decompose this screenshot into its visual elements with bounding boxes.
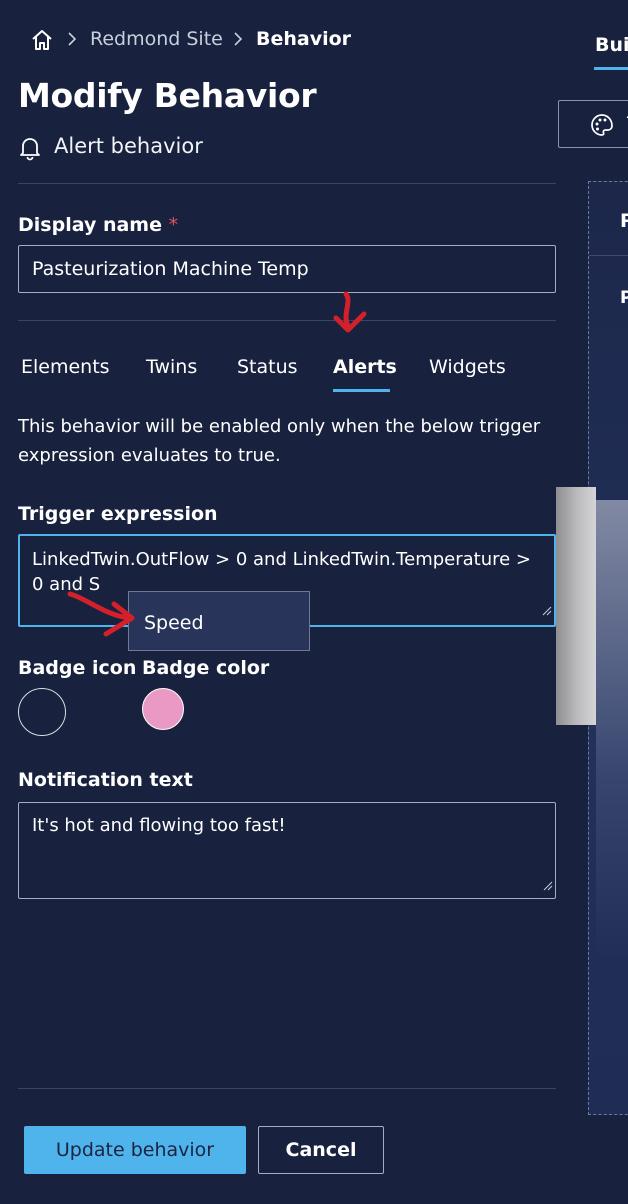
tab-alerts-underline	[333, 389, 390, 392]
display-name-field[interactable]: Pasteurization Machine Temp	[18, 245, 556, 293]
notification-text-input[interactable]: It's hot and flowing too fast!	[18, 802, 556, 899]
chevron-right-icon	[66, 31, 78, 51]
badge-color-picker[interactable]	[142, 688, 184, 730]
palette-icon	[589, 112, 615, 142]
display-name-label: Display name *	[18, 214, 178, 236]
home-icon[interactable]	[30, 28, 54, 56]
bell-icon	[18, 135, 42, 165]
trigger-expression-label: Trigger expression	[18, 503, 218, 525]
breadcrumb-current: Behavior	[256, 28, 352, 50]
alerts-description: This behavior will be enabled only when …	[18, 416, 541, 466]
chevron-right-icon	[232, 31, 244, 51]
autocomplete-dropdown: Speed	[128, 591, 310, 651]
scene-card-subheader: P	[620, 288, 628, 308]
divider	[18, 320, 556, 321]
3d-model-preview	[556, 487, 596, 725]
page-title: Modify Behavior	[18, 76, 317, 115]
notification-text-label: Notification text	[18, 769, 193, 791]
subtitle-text: Alert behavior	[54, 134, 203, 158]
annotation-arrow-right	[67, 591, 135, 637]
badge-icon-picker[interactable]	[18, 688, 66, 736]
resize-handle-icon[interactable]	[543, 875, 553, 896]
update-behavior-button[interactable]: Update behavior	[24, 1126, 246, 1174]
scene-card-divider	[589, 255, 628, 256]
breadcrumb-site[interactable]: Redmond Site	[90, 28, 223, 50]
tab-twins[interactable]: Twins	[146, 356, 197, 378]
tab-build-underline	[594, 67, 628, 70]
annotation-arrow-down	[333, 291, 367, 333]
tab-alerts[interactable]: Alerts	[333, 356, 397, 378]
tab-status[interactable]: Status	[237, 356, 298, 378]
cancel-button[interactable]: Cancel	[258, 1126, 384, 1174]
tab-elements[interactable]: Elements	[21, 356, 110, 378]
badge-icon-label: Badge icon	[18, 657, 137, 679]
suggestion-speed[interactable]: Speed	[144, 612, 204, 634]
footer-divider	[18, 1088, 556, 1089]
breadcrumb: Redmond Site Behavior	[30, 28, 360, 52]
display-name-label-text: Display name	[18, 214, 162, 236]
tab-build[interactable]: Buil	[595, 34, 628, 56]
required-mark: *	[168, 214, 179, 236]
tab-widgets[interactable]: Widgets	[429, 356, 506, 378]
subtitle: Alert behavior	[18, 134, 318, 162]
theme-button[interactable]: T	[558, 100, 628, 148]
scene-card-header: P	[620, 210, 628, 232]
divider	[18, 183, 556, 184]
resize-handle-icon[interactable]	[542, 598, 552, 623]
notification-text-value: It's hot and flowing too fast!	[32, 815, 286, 836]
3d-model-highlight	[596, 500, 628, 960]
display-name-value: Pasteurization Machine Temp	[32, 258, 309, 280]
badge-color-label: Badge color	[142, 657, 270, 679]
